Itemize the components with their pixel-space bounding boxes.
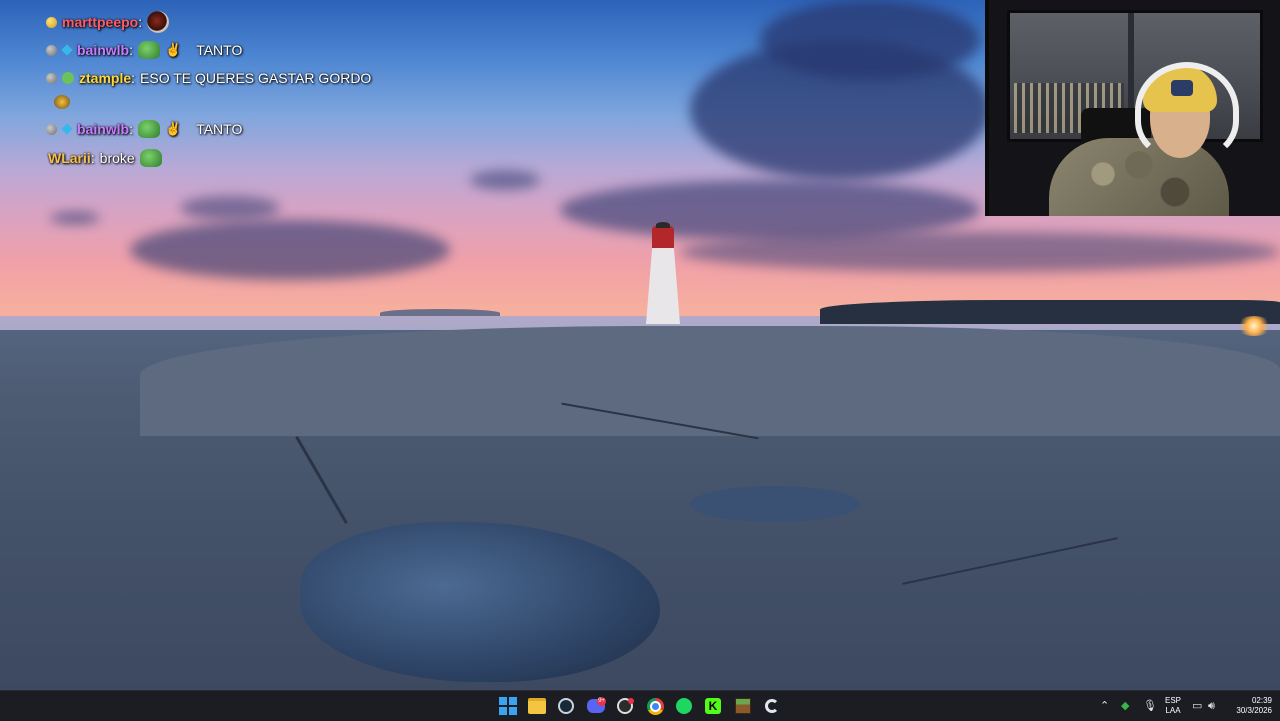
- obs-icon[interactable]: [615, 696, 635, 716]
- chat-message: bainwlb: ✌ TANTO: [46, 38, 242, 62]
- chat-separator: :: [129, 42, 134, 58]
- cloud: [50, 212, 100, 224]
- chat-emote-line: [46, 90, 70, 114]
- chat-username: marttpeepo: [62, 14, 139, 30]
- small-emote-icon: [54, 95, 70, 109]
- pepe-emote-icon: [139, 149, 162, 167]
- headphones: [1135, 62, 1239, 160]
- kick-icon[interactable]: K: [703, 696, 723, 716]
- language-code: ESP: [1164, 696, 1181, 705]
- frog-badge-icon: [62, 72, 74, 84]
- cube-badge-icon: [61, 123, 73, 135]
- shore-light: [1236, 316, 1272, 336]
- chat-text: ESO TE QUERES GASTAR GORDO: [140, 70, 372, 86]
- steam-icon[interactable]: [556, 696, 576, 716]
- pepe-emote-icon: [138, 41, 161, 59]
- chat-username: bainwlb: [77, 42, 130, 58]
- chrome-icon[interactable]: [645, 696, 665, 716]
- discord-icon[interactable]: 9+: [586, 696, 606, 716]
- chat-separator: :: [90, 150, 95, 166]
- gray-badge-icon: [46, 72, 57, 84]
- chevron-up-icon[interactable]: ⌃: [1100, 700, 1109, 712]
- clock-time: 02:39: [1251, 696, 1272, 705]
- cloud: [760, 0, 980, 80]
- discord-notification-badge: 9+: [597, 697, 606, 706]
- gold-badge-icon: [46, 16, 57, 28]
- cloud: [180, 196, 280, 220]
- chat-text: broke: [99, 150, 135, 166]
- gray-badge-icon: [46, 44, 57, 56]
- keyboard-layout: LAA: [1165, 706, 1181, 715]
- tide-pool: [690, 486, 860, 522]
- shield-icon[interactable]: ◆: [1121, 700, 1129, 712]
- chat-message: ztample: ESO TE QUERES GASTAR GORDO: [46, 66, 371, 90]
- chat-text: TANTO: [196, 42, 243, 58]
- speaker-icon[interactable]: 🔊︎: [1208, 700, 1215, 712]
- chat-username: bainwlb: [77, 121, 130, 137]
- network-icon[interactable]: ▭: [1192, 700, 1202, 712]
- hand-emote-icon: ✌: [165, 121, 182, 136]
- dark-emote-icon: [147, 11, 170, 33]
- chat-separator: :: [131, 70, 136, 86]
- spotify-icon[interactable]: [674, 696, 694, 716]
- ccleaner-icon[interactable]: [762, 696, 782, 716]
- chat-message: bainwlb: ✌ TANTO: [46, 117, 242, 141]
- mic-icon[interactable]: 🎙: [1143, 700, 1157, 712]
- minecraft-icon[interactable]: [733, 696, 753, 716]
- chat-separator: :: [138, 14, 143, 30]
- gray-badge-icon: [46, 123, 57, 135]
- cube-badge-icon: [61, 44, 73, 56]
- lighthouse-lantern: [652, 226, 674, 248]
- chat-separator: :: [129, 121, 134, 137]
- file-explorer-icon[interactable]: [527, 696, 547, 716]
- cloud: [560, 180, 980, 240]
- webcam-overlay: [985, 0, 1280, 216]
- clock-date: 30/3/2026: [1236, 706, 1272, 715]
- rock-ridge: [140, 326, 1280, 436]
- cloud: [680, 232, 1280, 272]
- chat-message: WLarii: broke: [48, 146, 162, 170]
- lighthouse-cap: [656, 222, 670, 228]
- cloud: [470, 170, 540, 190]
- hand-emote-icon: ✌: [165, 42, 182, 57]
- language-indicator[interactable]: ESP LAA: [1162, 696, 1184, 716]
- cloud: [130, 220, 450, 280]
- chat-message: marttpeepo:: [46, 10, 170, 34]
- chat-username: WLarii: [48, 150, 91, 166]
- chat-text: TANTO: [196, 121, 243, 137]
- webcam-border: [985, 0, 989, 216]
- taskbar: 9+ K ⌃ ◆ 🎙 ESP LAA ▭ 🔊︎ 02:39 30/3/2026: [0, 690, 1280, 721]
- pepe-emote-icon: [138, 120, 161, 138]
- start-icon[interactable]: [498, 696, 518, 716]
- chat-username: ztample: [79, 70, 132, 86]
- clock[interactable]: 02:39 30/3/2026: [1224, 696, 1272, 716]
- far-shoreline: [820, 300, 1280, 324]
